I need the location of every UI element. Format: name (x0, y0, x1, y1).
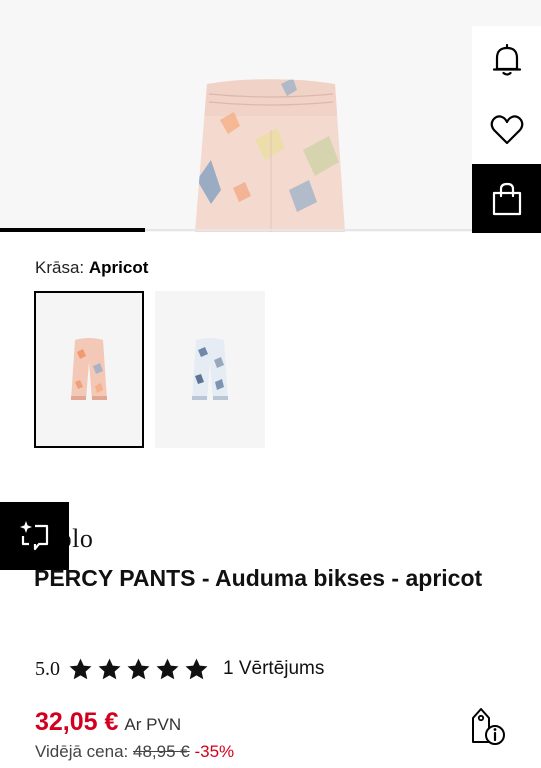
star-icon (69, 658, 92, 679)
star-icon (185, 658, 208, 679)
rating-summary[interactable]: 5.0 1 Vērtējums (35, 654, 324, 684)
review-count: 1 Vērtējums (223, 658, 325, 679)
notify-button[interactable] (472, 26, 541, 95)
rating-stars (68, 657, 213, 682)
current-price: 32,05 € (35, 708, 119, 736)
average-price: 48,95 € (133, 742, 190, 761)
star-icon (156, 658, 179, 679)
price-tag-info-icon (472, 708, 505, 745)
discount-percent: -35% (194, 742, 235, 761)
selected-color-name: Apricot (88, 258, 149, 277)
product-title: PERCY PANTS - Auduma bikses - apricot (34, 565, 483, 591)
gallery-progress-indicator (0, 228, 145, 232)
shopping-bag-icon (492, 182, 521, 215)
color-label: Krāsa: Apricot (35, 258, 148, 278)
add-to-cart-button[interactable] (472, 164, 541, 233)
product-image (195, 79, 345, 232)
swatch-apricot-image (71, 337, 107, 400)
swatch-blue-image (192, 337, 228, 400)
average-price-label: Vidējā cena: (35, 742, 129, 761)
color-swatch-blue-print[interactable] (155, 291, 265, 448)
vat-note: Ar PVN (124, 715, 182, 734)
heart-icon (490, 114, 523, 144)
average-price-row: Vidējā cena: 48,95 € -35% (35, 742, 234, 762)
price-row: 32,05 € Ar PVN (35, 708, 181, 737)
compare-sparkle-icon (19, 521, 48, 551)
rating-score: 5.0 (35, 657, 60, 680)
price-info-button[interactable] (468, 705, 508, 747)
product-image-gallery[interactable] (0, 0, 541, 232)
side-action-bar (472, 26, 541, 233)
color-label-prefix: Krāsa: (35, 258, 85, 277)
star-icon (127, 658, 150, 679)
wishlist-button[interactable] (472, 95, 541, 164)
bell-icon (492, 43, 521, 76)
star-icon (98, 658, 121, 679)
compare-button[interactable] (0, 502, 69, 570)
color-swatch-apricot[interactable] (34, 291, 144, 448)
